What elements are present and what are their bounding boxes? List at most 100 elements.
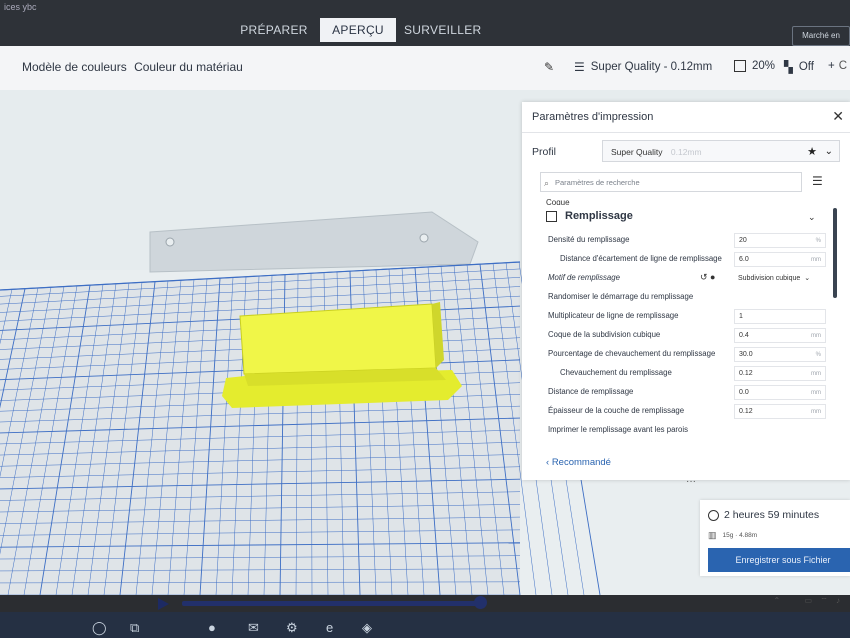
infill-pattern-dropdown[interactable]: Subdivision cubique ⌄ [734,271,834,286]
setting-input[interactable]: 30.0% [734,347,826,362]
adhesion-icon: + [828,60,835,72]
setting-row[interactable]: Motif de remplissage ↺ ● Subdivision cubiq… [522,270,850,288]
setting-label: Randomiser le démarrage du remplissage [548,292,694,301]
setting-value: 0.4 [739,332,749,339]
setting-row[interactable]: Imprimer le remplissage avant les parois [522,422,850,440]
play-icon[interactable] [158,598,169,610]
edge-icon[interactable]: e [326,620,333,635]
setting-label: Chevauchement du remplissage [560,368,672,377]
settings-search-input[interactable]: Paramètres de recherche [540,172,802,193]
pencil-icon[interactable]: ✎ [544,60,554,74]
setting-row[interactable]: Densité du remplissage 20% [522,232,850,250]
setting-input[interactable]: 6.0 mm [734,252,826,267]
settings-gear-icon[interactable]: ⚙ [286,620,298,636]
setting-value: 6.0 [739,256,749,263]
save-to-file-button[interactable]: Enregistrer sous Fichier [708,548,850,572]
firefox-icon[interactable]: ● [208,620,216,635]
setting-unit: mm [811,257,821,263]
material-value: 15g · 4.88m [722,532,758,539]
setting-row[interactable]: Épaisseur de la couche de remplissage 0.1… [522,403,850,421]
setting-input[interactable]: 0.12 mm [734,404,826,419]
infill-indicator[interactable]: 20% [734,60,775,72]
panel-title: Paramètres d'impression [532,111,654,123]
setting-unit: mm [811,409,821,415]
setting-label: Distance de remplissage [548,387,634,396]
setting-label: Pourcentage de chevauchement du rempliss… [548,349,716,358]
setting-value: 0.12 [739,370,753,377]
setting-label: Densité du remplissage [548,235,630,244]
setting-row[interactable]: Pourcentage de chevauchement du rempliss… [522,346,850,364]
clock-icon [708,509,719,521]
material-estimate: ▥ 15g · 4.88m [708,530,757,541]
adhesion-value: C [838,60,848,72]
profile-dropdown[interactable]: Super Quality 0.12mm ★ ⌄ [602,140,840,162]
setting-input[interactable]: 0.12 mm [734,366,826,381]
setting-label: Distance d'écartement de ligne de rempli… [560,254,722,263]
window-title: ices ybc [4,2,37,12]
setting-unit: % [815,352,821,358]
setting-unit: mm [811,390,821,396]
view-header: Modèle de couleurs Couleur du matériau ✎… [0,46,850,91]
stage-tabs: PRÉPARER APERÇU SURVEILLER [236,18,488,42]
setting-value: 1 [739,313,743,320]
panel-divider [522,132,850,133]
print-estimate-panel: 2 heures 59 minutes ▥ 15g · 4.88m Enregi… [700,500,850,576]
setting-row[interactable]: Distance de remplissage 0.0 mm [522,384,850,402]
setting-row[interactable]: Randomiser le démarrage du remplissage [522,289,850,307]
setting-label: Multiplicateur de ligne de remplissage [548,311,679,320]
os-taskbar: ◯ ⧉ ● ✉ ⚙ e ◈ [0,612,850,638]
adhesion-indicator[interactable]: + C [828,60,847,72]
chevron-down-icon[interactable]: ⌄ [808,212,816,223]
quality-value: Super Quality - 0.12mm [590,61,713,73]
tab-monitor[interactable]: SURVEILLER [404,18,481,42]
spool-icon: ▥ [708,530,717,540]
section-shell-header[interactable]: Coque [546,198,570,205]
chevron-up-icon[interactable]: ⌃ [774,596,781,605]
infill-icon [546,210,557,222]
wifi-icon[interactable]: ⌔ [820,596,828,605]
battery-icon[interactable]: ▭ [804,596,812,605]
color-scheme-selector[interactable]: Modèle de couleurs Couleur du matériau [22,60,247,74]
profile-label: Profil [532,146,556,158]
reset-icon[interactable]: ↺ ● [700,272,715,283]
tab-preview[interactable]: APERÇU [320,18,396,42]
setting-row[interactable]: Distance d'écartement de ligne de rempli… [522,251,850,269]
setting-input[interactable]: 0.4 mm [734,328,826,343]
layers-icon: ☰ [574,60,585,74]
support-icon: ▚ [784,62,793,74]
support-indicator[interactable]: ▚ Off [784,60,814,74]
marketplace-button[interactable]: Marché en ligne [792,26,850,58]
tab-prepare[interactable]: PRÉPARER [236,18,312,42]
setting-row[interactable]: Multiplicateur de ligne de remplissage 1 [522,308,850,326]
setting-input[interactable]: 20% [734,233,826,248]
layer-progress-handle[interactable] [474,596,487,609]
close-icon[interactable]: ✕ [832,108,844,125]
screw-hole-right [419,233,429,243]
setting-row[interactable]: Chevauchement du remplissage 0.12 mm [522,365,850,383]
infill-value: 20% [752,60,776,72]
volume-icon[interactable]: ♪ [836,596,840,605]
color-scheme-label: Modèle de couleurs [22,60,127,74]
setting-value: 0.0 [739,389,749,396]
setting-input[interactable]: 0.0 mm [734,385,826,400]
setting-unit: % [815,238,821,244]
search-icon[interactable]: ◯ [92,620,107,636]
setting-input[interactable]: 1 [734,309,826,324]
mail-icon[interactable]: ✉ [248,620,259,636]
print-settings-panel: Paramètres d'impression ✕ Profil Super Q… [522,102,850,480]
section-infill-header[interactable]: Remplissage [546,210,633,222]
star-icon[interactable]: ★ [807,141,817,163]
infill-icon [734,60,746,72]
layer-progress-track[interactable] [182,601,480,606]
menu-icon[interactable]: ☰ [812,174,823,188]
setting-row[interactable]: Coque de la subdivision cubique 0.4 mm [522,327,850,345]
system-tray: ⌃ ▭ ⌔ ♪ [774,596,841,606]
cura-app-icon[interactable]: ◈ [362,620,372,636]
panel-resize-handle[interactable]: ··· [686,476,696,487]
setting-unit: mm [811,371,821,377]
print-settings-selector[interactable]: ☰ Super Quality - 0.12mm [574,60,712,74]
screw-hole-left [165,237,175,247]
task-view-icon[interactable]: ⧉ [130,620,139,636]
recommended-button[interactable]: ‹ Recommandé [546,457,611,468]
setting-label: Motif de remplissage [548,273,620,282]
